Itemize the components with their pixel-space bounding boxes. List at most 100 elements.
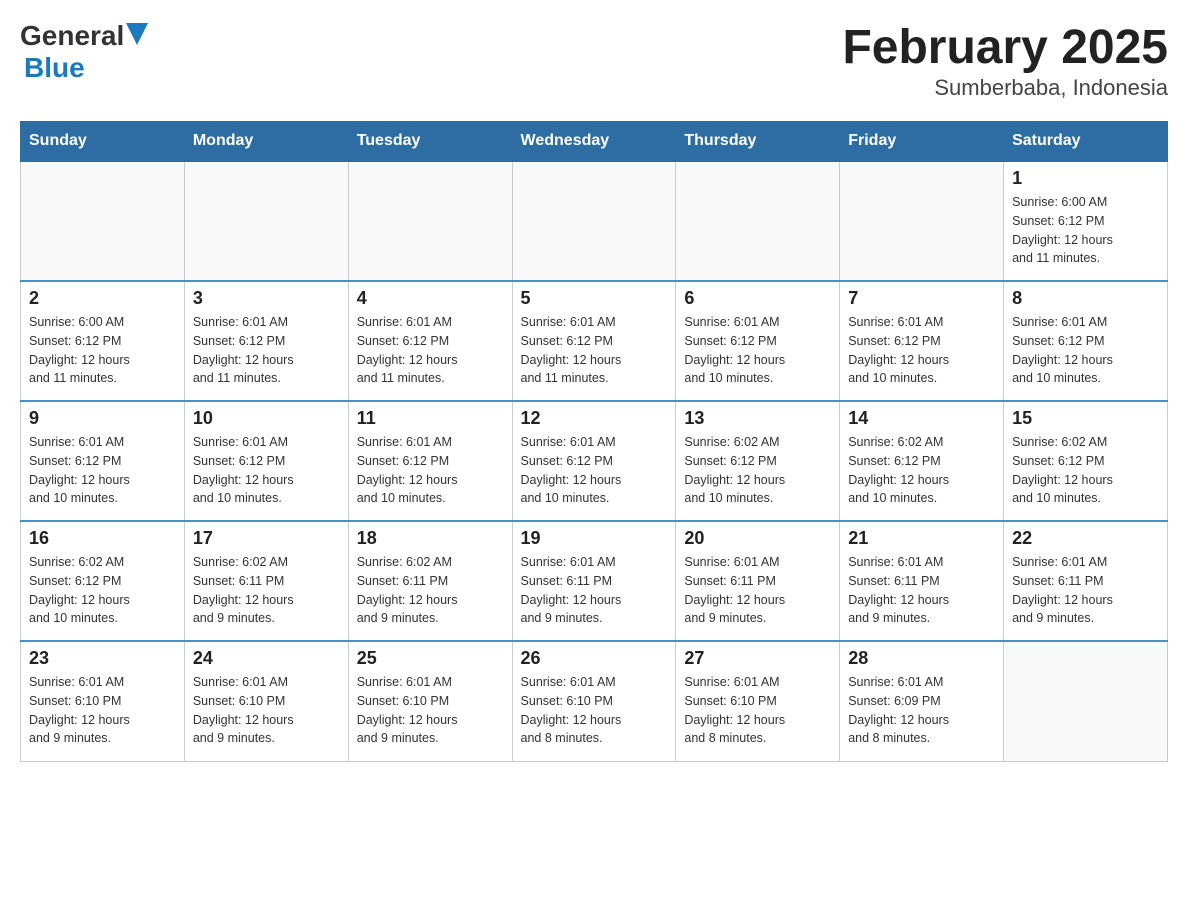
- title-section: February 2025 Sumberbaba, Indonesia: [842, 20, 1168, 101]
- day-info: Sunrise: 6:01 AM Sunset: 6:10 PM Dayligh…: [521, 673, 668, 748]
- day-number: 15: [1012, 408, 1159, 429]
- calendar-cell: 1 Sunrise: 6:00 AM Sunset: 6:12 PM Daylig…: [1004, 161, 1168, 281]
- day-info: Sunrise: 6:01 AM Sunset: 6:10 PM Dayligh…: [357, 673, 504, 748]
- calendar-header-friday: Friday: [840, 122, 1004, 162]
- day-info: Sunrise: 6:01 AM Sunset: 6:10 PM Dayligh…: [29, 673, 176, 748]
- day-info: Sunrise: 6:02 AM Sunset: 6:11 PM Dayligh…: [193, 553, 340, 628]
- calendar-cell: 13 Sunrise: 6:02 AM Sunset: 6:12 PM Dayli…: [676, 401, 840, 521]
- calendar-header-tuesday: Tuesday: [348, 122, 512, 162]
- day-number: 1: [1012, 168, 1159, 189]
- day-info: Sunrise: 6:01 AM Sunset: 6:12 PM Dayligh…: [357, 313, 504, 388]
- day-info: Sunrise: 6:01 AM Sunset: 6:12 PM Dayligh…: [29, 433, 176, 508]
- day-number: 25: [357, 648, 504, 669]
- day-info: Sunrise: 6:01 AM Sunset: 6:10 PM Dayligh…: [684, 673, 831, 748]
- day-number: 22: [1012, 528, 1159, 549]
- calendar-header-row: SundayMondayTuesdayWednesdayThursdayFrid…: [21, 122, 1168, 162]
- calendar-cell: 14 Sunrise: 6:02 AM Sunset: 6:12 PM Dayli…: [840, 401, 1004, 521]
- day-number: 14: [848, 408, 995, 429]
- day-number: 21: [848, 528, 995, 549]
- day-info: Sunrise: 6:00 AM Sunset: 6:12 PM Dayligh…: [1012, 193, 1159, 268]
- calendar-cell: 19 Sunrise: 6:01 AM Sunset: 6:11 PM Dayli…: [512, 521, 676, 641]
- day-info: Sunrise: 6:01 AM Sunset: 6:11 PM Dayligh…: [521, 553, 668, 628]
- calendar-week-4: 16Sunrise: 6:02 AM Sunset: 6:12 PM Dayli…: [21, 521, 1168, 641]
- day-number: 11: [357, 408, 504, 429]
- day-info: Sunrise: 6:02 AM Sunset: 6:11 PM Dayligh…: [357, 553, 504, 628]
- calendar-cell: [1004, 641, 1168, 761]
- day-number: 10: [193, 408, 340, 429]
- calendar-week-2: 2 Sunrise: 6:00 AM Sunset: 6:12 PM Daylig…: [21, 281, 1168, 401]
- calendar-week-1: 1 Sunrise: 6:00 AM Sunset: 6:12 PM Daylig…: [21, 161, 1168, 281]
- day-info: Sunrise: 6:01 AM Sunset: 6:11 PM Dayligh…: [684, 553, 831, 628]
- day-number: 13: [684, 408, 831, 429]
- calendar-cell: 28Sunrise: 6:01 AM Sunset: 6:09 PM Dayli…: [840, 641, 1004, 761]
- day-number: 8: [1012, 288, 1159, 309]
- calendar-cell: 3 Sunrise: 6:01 AM Sunset: 6:12 PM Daylig…: [184, 281, 348, 401]
- calendar-cell: 20 Sunrise: 6:01 AM Sunset: 6:11 PM Dayli…: [676, 521, 840, 641]
- logo-general-text: General: [20, 20, 124, 52]
- calendar-cell: [840, 161, 1004, 281]
- day-number: 6: [684, 288, 831, 309]
- day-number: 2: [29, 288, 176, 309]
- calendar-week-5: 23Sunrise: 6:01 AM Sunset: 6:10 PM Dayli…: [21, 641, 1168, 761]
- day-number: 12: [521, 408, 668, 429]
- calendar-cell: 4 Sunrise: 6:01 AM Sunset: 6:12 PM Daylig…: [348, 281, 512, 401]
- day-info: Sunrise: 6:01 AM Sunset: 6:12 PM Dayligh…: [193, 433, 340, 508]
- location: Sumberbaba, Indonesia: [842, 75, 1168, 101]
- calendar-header-saturday: Saturday: [1004, 122, 1168, 162]
- calendar-header-monday: Monday: [184, 122, 348, 162]
- day-info: Sunrise: 6:01 AM Sunset: 6:10 PM Dayligh…: [193, 673, 340, 748]
- day-number: 3: [193, 288, 340, 309]
- calendar-cell: 22 Sunrise: 6:01 AM Sunset: 6:11 PM Dayli…: [1004, 521, 1168, 641]
- logo: General Blue: [20, 20, 148, 84]
- calendar-cell: [348, 161, 512, 281]
- calendar-cell: 17 Sunrise: 6:02 AM Sunset: 6:11 PM Dayli…: [184, 521, 348, 641]
- calendar-cell: 2 Sunrise: 6:00 AM Sunset: 6:12 PM Daylig…: [21, 281, 185, 401]
- day-info: Sunrise: 6:01 AM Sunset: 6:11 PM Dayligh…: [1012, 553, 1159, 628]
- calendar-cell: 18 Sunrise: 6:02 AM Sunset: 6:11 PM Dayli…: [348, 521, 512, 641]
- day-number: 19: [521, 528, 668, 549]
- day-info: Sunrise: 6:01 AM Sunset: 6:12 PM Dayligh…: [521, 433, 668, 508]
- day-number: 16: [29, 528, 176, 549]
- day-info: Sunrise: 6:01 AM Sunset: 6:12 PM Dayligh…: [684, 313, 831, 388]
- logo-blue-text: Blue: [24, 52, 85, 83]
- calendar-cell: 12 Sunrise: 6:01 AM Sunset: 6:12 PM Dayli…: [512, 401, 676, 521]
- day-info: Sunrise: 6:01 AM Sunset: 6:12 PM Dayligh…: [521, 313, 668, 388]
- calendar-header-thursday: Thursday: [676, 122, 840, 162]
- day-info: Sunrise: 6:01 AM Sunset: 6:12 PM Dayligh…: [1012, 313, 1159, 388]
- day-info: Sunrise: 6:01 AM Sunset: 6:11 PM Dayligh…: [848, 553, 995, 628]
- calendar-cell: 9 Sunrise: 6:01 AM Sunset: 6:12 PM Daylig…: [21, 401, 185, 521]
- calendar-cell: [184, 161, 348, 281]
- calendar-cell: 27 Sunrise: 6:01 AM Sunset: 6:10 PM Dayli…: [676, 641, 840, 761]
- day-info: Sunrise: 6:01 AM Sunset: 6:12 PM Dayligh…: [193, 313, 340, 388]
- day-number: 24: [193, 648, 340, 669]
- day-number: 18: [357, 528, 504, 549]
- logo-triangle-icon: [126, 23, 148, 45]
- calendar-cell: 21 Sunrise: 6:01 AM Sunset: 6:11 PM Dayli…: [840, 521, 1004, 641]
- calendar-cell: [21, 161, 185, 281]
- day-number: 20: [684, 528, 831, 549]
- day-number: 5: [521, 288, 668, 309]
- day-number: 4: [357, 288, 504, 309]
- day-info: Sunrise: 6:02 AM Sunset: 6:12 PM Dayligh…: [684, 433, 831, 508]
- day-number: 26: [521, 648, 668, 669]
- day-info: Sunrise: 6:01 AM Sunset: 6:12 PM Dayligh…: [357, 433, 504, 508]
- day-info: Sunrise: 6:00 AM Sunset: 6:12 PM Dayligh…: [29, 313, 176, 388]
- calendar-cell: 24 Sunrise: 6:01 AM Sunset: 6:10 PM Dayli…: [184, 641, 348, 761]
- calendar-cell: 16Sunrise: 6:02 AM Sunset: 6:12 PM Dayli…: [21, 521, 185, 641]
- calendar-cell: 15 Sunrise: 6:02 AM Sunset: 6:12 PM Dayli…: [1004, 401, 1168, 521]
- day-info: Sunrise: 6:01 AM Sunset: 6:12 PM Dayligh…: [848, 313, 995, 388]
- day-number: 7: [848, 288, 995, 309]
- calendar-week-3: 9 Sunrise: 6:01 AM Sunset: 6:12 PM Daylig…: [21, 401, 1168, 521]
- calendar-cell: 26 Sunrise: 6:01 AM Sunset: 6:10 PM Dayli…: [512, 641, 676, 761]
- day-number: 17: [193, 528, 340, 549]
- calendar-cell: 8 Sunrise: 6:01 AM Sunset: 6:12 PM Daylig…: [1004, 281, 1168, 401]
- day-info: Sunrise: 6:02 AM Sunset: 6:12 PM Dayligh…: [1012, 433, 1159, 508]
- day-info: Sunrise: 6:02 AM Sunset: 6:12 PM Dayligh…: [848, 433, 995, 508]
- calendar-cell: [512, 161, 676, 281]
- day-number: 27: [684, 648, 831, 669]
- calendar-cell: 10 Sunrise: 6:01 AM Sunset: 6:12 PM Dayli…: [184, 401, 348, 521]
- calendar-cell: 25 Sunrise: 6:01 AM Sunset: 6:10 PM Dayli…: [348, 641, 512, 761]
- day-number: 9: [29, 408, 176, 429]
- calendar-cell: 23Sunrise: 6:01 AM Sunset: 6:10 PM Dayli…: [21, 641, 185, 761]
- calendar-cell: 5 Sunrise: 6:01 AM Sunset: 6:12 PM Daylig…: [512, 281, 676, 401]
